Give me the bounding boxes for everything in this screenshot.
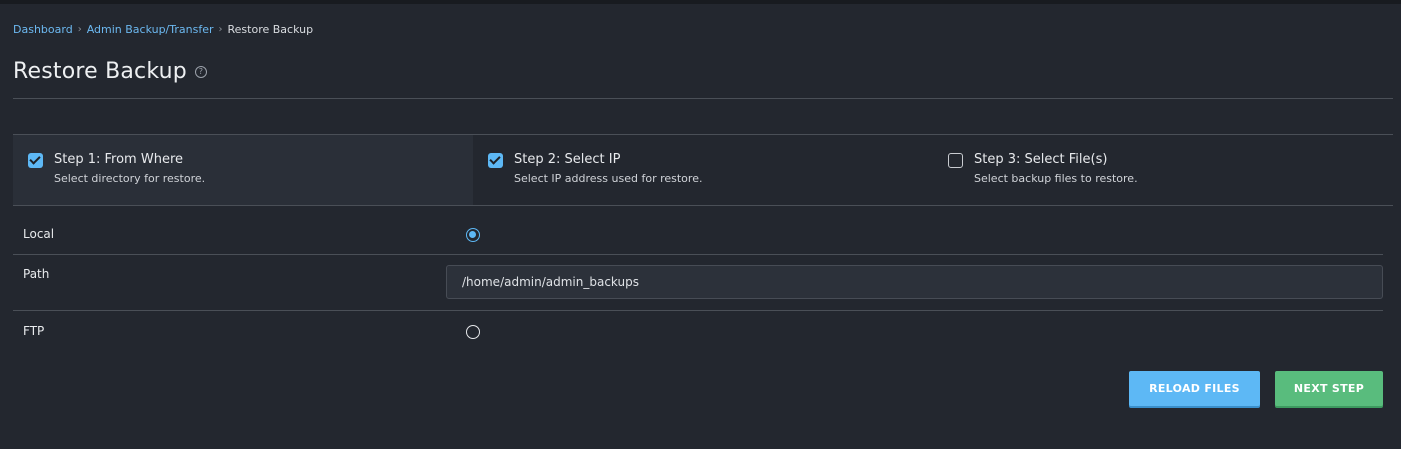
chevron-right-icon: › <box>77 24 82 35</box>
ftp-row: FTP <box>13 310 1383 356</box>
page-title: Restore Backup <box>13 59 187 84</box>
local-label: Local <box>23 227 55 241</box>
reload-files-button[interactable]: RELOAD FILES <box>1129 371 1260 406</box>
step-title: Step 1: From Where <box>54 152 184 167</box>
next-step-button[interactable]: NEXT STEP <box>1275 371 1383 406</box>
help-icon[interactable]: ? <box>194 65 207 78</box>
breadcrumb-admin-backup-link[interactable]: Admin Backup/Transfer <box>87 23 214 36</box>
path-label: Path <box>23 267 50 281</box>
step-description: Select IP address used for restore. <box>514 172 703 185</box>
step-select-ip[interactable]: Step 2: Select IP Select IP address used… <box>473 135 933 205</box>
local-radio[interactable] <box>466 228 480 242</box>
wizard-steps: Step 1: From Where Select directory for … <box>13 134 1393 206</box>
step-2-checkbox[interactable] <box>488 153 503 168</box>
ftp-label: FTP <box>23 324 45 338</box>
step-select-files[interactable]: Step 3: Select File(s) Select backup fil… <box>933 135 1393 205</box>
breadcrumb: Dashboard › Admin Backup/Transfer › Rest… <box>13 23 313 36</box>
chevron-right-icon: › <box>218 24 223 35</box>
breadcrumb-current: Restore Backup <box>227 23 314 36</box>
divider <box>13 98 1393 99</box>
step-description: Select backup files to restore. <box>974 172 1138 185</box>
step-1-checkbox[interactable] <box>28 153 43 168</box>
page-header: Restore Backup ? <box>13 59 207 84</box>
step-from-where[interactable]: Step 1: From Where Select directory for … <box>13 135 473 205</box>
path-input[interactable]: /home/admin/admin_backups <box>446 265 1383 299</box>
top-bar <box>0 0 1401 4</box>
step-title: Step 3: Select File(s) <box>974 152 1108 167</box>
step-title: Step 2: Select IP <box>514 152 621 167</box>
step-description: Select directory for restore. <box>54 172 206 185</box>
local-row: Local <box>13 204 1383 255</box>
breadcrumb-dashboard-link[interactable]: Dashboard <box>13 23 73 36</box>
step-3-checkbox[interactable] <box>948 153 963 168</box>
ftp-radio[interactable] <box>466 325 480 339</box>
